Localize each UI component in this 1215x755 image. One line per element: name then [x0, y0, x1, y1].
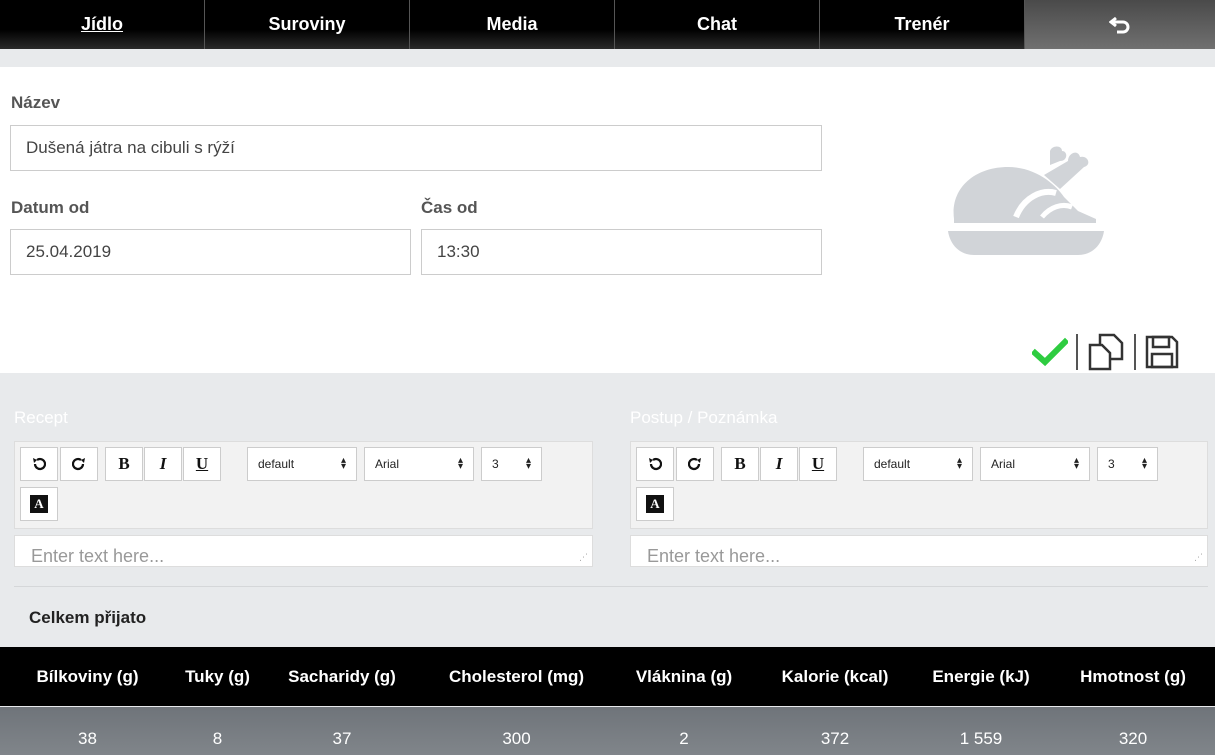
column-header: Cholesterol (mg) [448, 666, 585, 686]
font-select-value: Arial [375, 457, 400, 471]
time-label: Čas od [421, 198, 478, 217]
font-select[interactable]: Arial ▴ ▾ [364, 447, 474, 481]
bold-button[interactable]: B [721, 447, 759, 481]
column-header: Energie (kJ) [932, 666, 1030, 686]
select-caret-icon: ▴ ▾ [956, 455, 962, 472]
separator [1134, 334, 1136, 370]
name-input[interactable]: Dušená játra na cibuli s rýží [10, 125, 822, 171]
copy-icon [1088, 333, 1124, 371]
tab-label: Chat [697, 14, 737, 34]
font-select-value: Arial [991, 457, 1016, 471]
recipe-toolbar: B I U default ▴ ▾ Arial ▴ ▾ 3 ▴ ▾ A [14, 441, 593, 529]
meal-form: Název Dušená játra na cibuli s rýží Datu… [0, 67, 1215, 373]
resize-grip-icon[interactable]: ⋰ [579, 552, 588, 563]
copy-button[interactable] [1086, 333, 1126, 371]
recipe-textarea[interactable]: Enter text here... ⋰ [14, 535, 593, 567]
table-cell: 8 [212, 729, 223, 748]
size-select-value: 3 [1108, 457, 1115, 471]
textarea-placeholder: Enter text here... [647, 546, 781, 566]
tab-label: Jídlo [80, 14, 123, 34]
select-caret-icon: ▴ ▾ [340, 455, 346, 472]
column-header: Sacharidy (g) [288, 666, 396, 686]
table-cell: 38 [78, 729, 97, 748]
undo-icon [33, 457, 46, 471]
select-caret-icon: ▴ ▾ [457, 455, 463, 472]
table-cell: 300 [502, 729, 531, 748]
check-icon [1032, 337, 1068, 367]
recipe-title: Recept [14, 408, 68, 427]
select-caret-icon: ▴ ▾ [1073, 455, 1079, 472]
column-header: Hmotnost (g) [1080, 666, 1186, 686]
tab-chat[interactable]: Chat [615, 0, 820, 49]
tab-jidlo[interactable]: Jídlo [0, 0, 205, 49]
text-color-button[interactable]: A [20, 487, 58, 521]
undo-icon [649, 457, 662, 471]
redo-button[interactable] [676, 447, 714, 481]
column-header: Tuky (g) [185, 666, 250, 686]
tab-trener[interactable]: Trenér [820, 0, 1025, 49]
confirm-button[interactable] [1032, 337, 1068, 367]
text-color-icon: A [30, 495, 48, 513]
table-cell: 1 559 [959, 729, 1003, 748]
undo-button[interactable] [636, 447, 674, 481]
text-color-button[interactable]: A [636, 487, 674, 521]
underline-button[interactable]: U [799, 447, 837, 481]
italic-button[interactable]: I [144, 447, 182, 481]
redo-icon [72, 457, 85, 471]
name-label: Název [11, 93, 61, 112]
textarea-placeholder: Enter text here... [31, 546, 165, 566]
size-select[interactable]: 3 ▴ ▾ [481, 447, 542, 481]
table-cell: 372 [820, 729, 850, 748]
tab-label: Media [486, 14, 538, 34]
table-cell: 37 [332, 729, 352, 748]
underline-button[interactable]: U [183, 447, 221, 481]
table-cell: 2 [679, 729, 689, 748]
tab-suroviny[interactable]: Suroviny [205, 0, 410, 49]
redo-button[interactable] [60, 447, 98, 481]
bold-button[interactable]: B [105, 447, 143, 481]
table-row: 38 8 37 300 2 372 1 559 320 [0, 707, 1215, 755]
separator [1076, 334, 1078, 370]
date-label: Datum od [11, 198, 90, 217]
time-input[interactable]: 13:30 [421, 229, 822, 275]
note-toolbar: B I U default ▴ ▾ Arial ▴ ▾ 3 ▴ ▾ A [630, 441, 1208, 529]
format-select-value: default [874, 457, 911, 471]
tab-media[interactable]: Media [410, 0, 615, 49]
column-header: Bílkoviny (g) [36, 666, 139, 686]
save-button[interactable] [1144, 334, 1180, 370]
tab-label: Suroviny [268, 14, 346, 34]
format-select-value: default [258, 457, 295, 471]
column-header: Kalorie (kcal) [781, 666, 889, 686]
font-select[interactable]: Arial ▴ ▾ [980, 447, 1090, 481]
select-caret-icon: ▴ ▾ [1141, 455, 1147, 472]
back-button[interactable] [1025, 0, 1215, 49]
text-color-icon: A [646, 495, 664, 513]
date-input[interactable]: 25.04.2019 [10, 229, 411, 275]
size-select[interactable]: 3 ▴ ▾ [1097, 447, 1158, 481]
table-cell: 320 [1118, 729, 1148, 748]
italic-button[interactable]: I [760, 447, 798, 481]
divider [14, 586, 1208, 587]
totals-title: Celkem přijato [29, 608, 147, 627]
form-actions [1032, 332, 1180, 372]
note-title: Postup / Poznámka [630, 408, 778, 427]
column-header: Vláknina (g) [635, 666, 733, 686]
format-select[interactable]: default ▴ ▾ [863, 447, 973, 481]
resize-grip-icon[interactable]: ⋰ [1194, 552, 1203, 563]
totals-table-header: Bílkoviny (g) Tuky (g) Sacharidy (g) Cho… [0, 647, 1215, 706]
tab-label: Trenér [894, 14, 950, 34]
save-icon [1145, 335, 1179, 369]
top-nav: Jídlo Suroviny Media Chat Trenér [0, 0, 1215, 49]
roast-chicken-icon [948, 146, 1104, 255]
format-select[interactable]: default ▴ ▾ [247, 447, 357, 481]
undo-arrow-icon [1109, 16, 1130, 33]
note-textarea[interactable]: Enter text here... ⋰ [630, 535, 1208, 567]
undo-button[interactable] [20, 447, 58, 481]
select-caret-icon: ▴ ▾ [525, 455, 531, 472]
redo-icon [688, 457, 701, 471]
size-select-value: 3 [492, 457, 499, 471]
